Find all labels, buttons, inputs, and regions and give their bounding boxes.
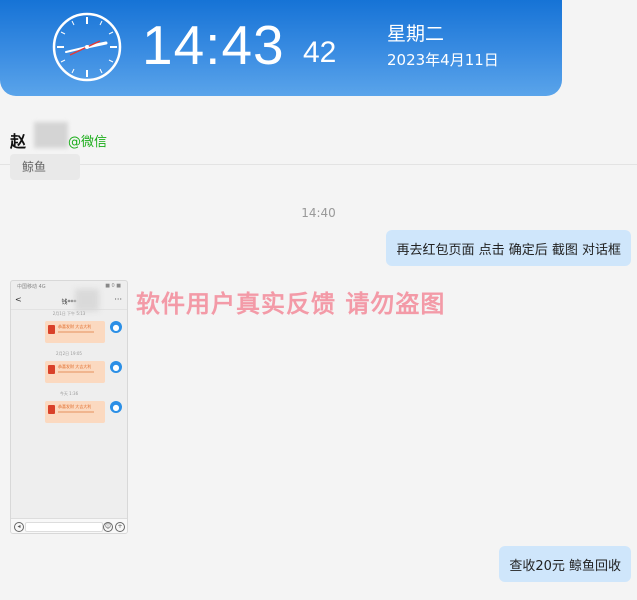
person-icon: ● xyxy=(110,361,122,373)
outgoing-message-bubble: 再去红包页面 点击 确定后 截图 对话框 xyxy=(386,230,631,266)
red-packet-text: 恭喜发财 大吉大利 xyxy=(58,324,92,329)
person-icon: ● xyxy=(110,401,122,413)
red-packet-icon xyxy=(48,365,55,374)
previous-message-text: 鲸鱼 xyxy=(22,160,47,174)
clock-time: 14:43 xyxy=(142,14,285,76)
contact-source-tag: @微信 xyxy=(68,135,108,150)
thumbnail-chat-title: 钱*** xyxy=(61,299,77,306)
watermark-text: 软件用户真实反馈 请勿盗图 xyxy=(136,290,446,318)
red-packet-icon xyxy=(48,405,55,414)
clock-seconds: 42 xyxy=(303,36,337,69)
red-packet-subline xyxy=(58,331,94,333)
thumbnail-status-bar: 中国移动 4G ■ 0 ■ xyxy=(11,281,127,291)
red-packet-subline xyxy=(58,411,94,413)
status-left-text: 中国移动 4G xyxy=(17,284,46,290)
person-icon: ● xyxy=(110,321,122,333)
contact-name: 赵 xyxy=(10,132,27,151)
red-packet-icon xyxy=(48,325,55,334)
plus-icon: + xyxy=(115,522,125,532)
thumbnail-timestamp: 今天 1:36 xyxy=(59,391,79,396)
thumbnail-chat-header: < 钱*** ··· xyxy=(11,293,127,310)
chat-timestamp: 14:40 xyxy=(301,206,336,220)
red-packet-message: 恭喜发财 大吉大利 xyxy=(45,321,105,343)
image-message-thumbnail[interactable]: 中国移动 4G ■ 0 ■ < 钱*** ··· 2月1日 下午 5:13 恭喜… xyxy=(10,280,128,534)
red-packet-message: 恭喜发财 大吉大利 xyxy=(45,401,105,423)
more-icon: ··· xyxy=(114,295,122,304)
analog-clock-icon xyxy=(52,12,122,82)
message-text: 再去红包页面 点击 确定后 截图 对话框 xyxy=(396,242,621,258)
thumbnail-input-box xyxy=(25,522,103,532)
emoji-icon: ☺ xyxy=(103,522,113,532)
red-packet-text: 恭喜发财 大吉大利 xyxy=(58,404,92,409)
red-packet-subline xyxy=(58,371,94,373)
voice-icon: ◂ xyxy=(14,522,24,532)
message-text: 查收20元 鲸鱼回收 xyxy=(509,558,621,574)
outgoing-message-bubble: 查收20元 鲸鱼回收 xyxy=(499,546,631,582)
redacted-name-blur xyxy=(34,122,68,148)
thumbnail-timestamp: 2月2日 19:05 xyxy=(56,351,82,356)
thumbnail-timestamp: 2月1日 下午 5:13 xyxy=(52,311,86,316)
clock-date: 2023年4月11日 xyxy=(387,51,499,69)
chat-contact-header: 赵 @微信 xyxy=(0,118,637,165)
redaction-blur xyxy=(75,289,99,311)
red-packet-message: 恭喜发财 大吉大利 xyxy=(45,361,105,383)
clock-weekday: 星期二 xyxy=(387,23,445,45)
previous-message-bubble: 鲸鱼 xyxy=(10,154,80,180)
status-right-text: ■ 0 ■ xyxy=(105,283,121,289)
clock-banner: 14:43 42 星期二 2023年4月11日 xyxy=(0,0,562,96)
red-packet-text: 恭喜发财 大吉大利 xyxy=(58,364,92,369)
thumbnail-input-bar: ◂ ☺ + xyxy=(11,518,127,533)
